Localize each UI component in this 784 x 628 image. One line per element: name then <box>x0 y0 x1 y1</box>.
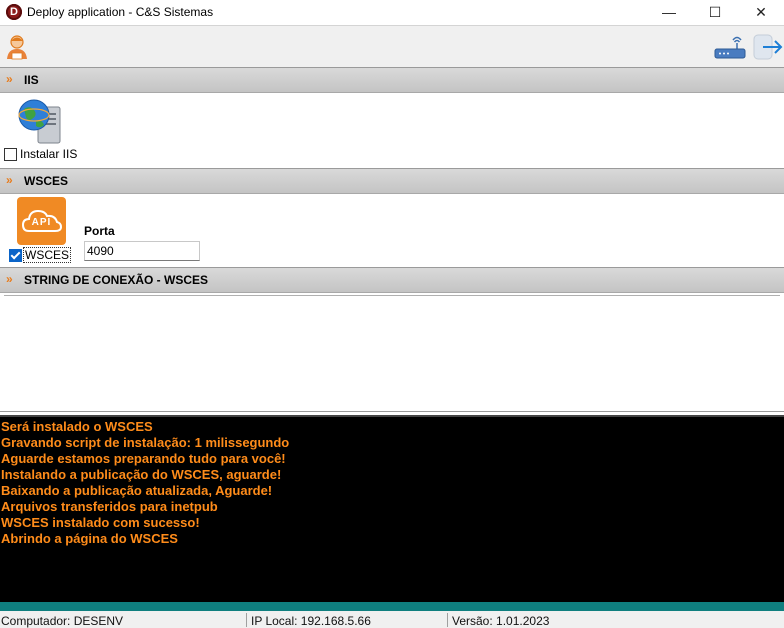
section-header-connection-string[interactable]: » STRING DE CONEXÃO - WSCES <box>0 267 784 293</box>
wsces-checkbox[interactable] <box>9 249 22 262</box>
port-input[interactable] <box>84 241 200 261</box>
status-computer: Computador: DESENV <box>1 614 124 628</box>
progress-strip <box>0 602 784 611</box>
user-support-icon[interactable] <box>5 33 29 61</box>
globe-server-icon <box>16 97 64 145</box>
status-separator <box>246 613 247 627</box>
api-cloud-icon: API <box>17 197 66 245</box>
section-title: WSCES <box>24 174 69 188</box>
connection-string-divider <box>4 295 780 296</box>
wsces-checkbox-label: WSCES <box>22 247 72 263</box>
status-version: Versão: 1.01.2023 <box>452 614 550 628</box>
log-line: WSCES instalado com sucesso! <box>1 515 200 530</box>
panel-divider <box>0 411 784 412</box>
minimize-button[interactable]: — <box>646 0 692 24</box>
close-button[interactable]: ✕ <box>738 0 784 24</box>
chevron-icon: » <box>6 72 13 86</box>
section-title: IIS <box>24 73 39 87</box>
network-router-icon[interactable] <box>713 34 747 60</box>
log-line: Instalando a publicação do WSCES, aguard… <box>1 467 282 482</box>
api-label: API <box>31 217 52 228</box>
log-line: Aguarde estamos preparando tudo para voc… <box>1 451 286 466</box>
chevron-icon: » <box>6 173 13 187</box>
log-line: Arquivos transferidos para inetpub <box>1 499 218 514</box>
section-title: STRING DE CONEXÃO - WSCES <box>24 273 209 287</box>
status-bar: Computador: DESENV IP Local: 192.168.5.6… <box>0 611 784 628</box>
log-line: Baixando a publicação atualizada, Aguard… <box>1 483 273 498</box>
port-label: Porta <box>84 224 115 238</box>
install-iis-checkbox[interactable] <box>4 148 17 161</box>
status-separator <box>447 613 448 627</box>
log-line: Será instalado o WSCES <box>1 419 153 434</box>
status-ip: IP Local: 192.168.5.66 <box>251 614 371 628</box>
toolbar <box>0 25 784 67</box>
app-logo-icon: D <box>6 4 22 20</box>
chevron-icon: » <box>6 272 13 286</box>
window-title: Deploy application - C&S Sistemas <box>27 5 214 19</box>
install-iis-label: Instalar IIS <box>20 147 78 161</box>
exit-arrow-icon[interactable] <box>753 34 784 60</box>
maximize-button[interactable]: ☐ <box>692 0 738 24</box>
log-line: Abrindo a página do WSCES <box>1 531 178 546</box>
log-line: Gravando script de instalação: 1 milisse… <box>1 435 290 450</box>
section-header-wsces[interactable]: » WSCES <box>0 168 784 194</box>
log-console[interactable]: Será instalado o WSCES Gravando script d… <box>0 415 784 604</box>
title-bar: D Deploy application - C&S Sistemas — ☐ … <box>0 0 784 24</box>
section-header-iis[interactable]: » IIS <box>0 67 784 93</box>
